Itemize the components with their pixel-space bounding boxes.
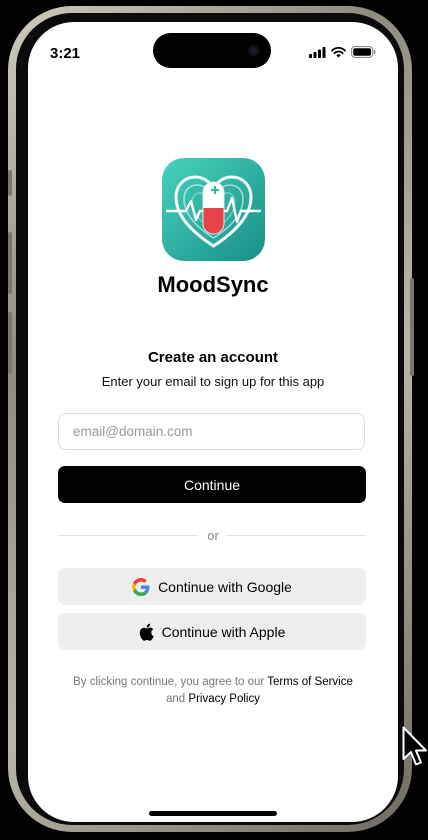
google-button-label: Continue with Google (158, 578, 292, 595)
action-button (8, 170, 12, 196)
mouse-cursor-icon (402, 726, 427, 766)
wifi-icon (331, 46, 346, 57)
phone-screen: 3:21 MoodSync Create an account Enter yo… (28, 22, 398, 822)
terms-of-service-link[interactable]: Terms of Service (267, 676, 353, 688)
email-input[interactable] (58, 413, 365, 450)
signup-heading: Create an account (147, 349, 279, 366)
volume-down-button (8, 312, 12, 374)
dynamic-island (153, 33, 271, 68)
continue-with-apple-button[interactable]: Continue with Apple (58, 613, 366, 650)
continue-button[interactable]: Continue (58, 466, 366, 503)
divider-line-right (226, 535, 366, 536)
apple-icon (139, 623, 154, 641)
continue-with-google-button[interactable]: Continue with Google (58, 568, 366, 605)
signal-icon (309, 46, 326, 58)
signup-subheading: Enter your email to sign up for this app (101, 374, 325, 389)
app-name: MoodSync (157, 272, 269, 297)
status-time: 3:21 (50, 45, 81, 62)
privacy-policy-link[interactable]: Privacy Policy (188, 693, 260, 705)
volume-up-button (8, 232, 12, 294)
camera-icon (248, 45, 259, 56)
app-logo (162, 158, 265, 261)
status-icons (309, 46, 376, 58)
power-button (410, 278, 414, 376)
legal-and: and (166, 693, 186, 705)
google-icon (132, 577, 150, 596)
battery-icon (351, 46, 376, 58)
apple-button-label: Continue with Apple (161, 623, 286, 640)
legal-prefix: By clicking continue, you agree to our (73, 676, 265, 688)
legal-text: By clicking continue, you agree to our T… (28, 674, 398, 708)
home-indicator (149, 811, 277, 816)
